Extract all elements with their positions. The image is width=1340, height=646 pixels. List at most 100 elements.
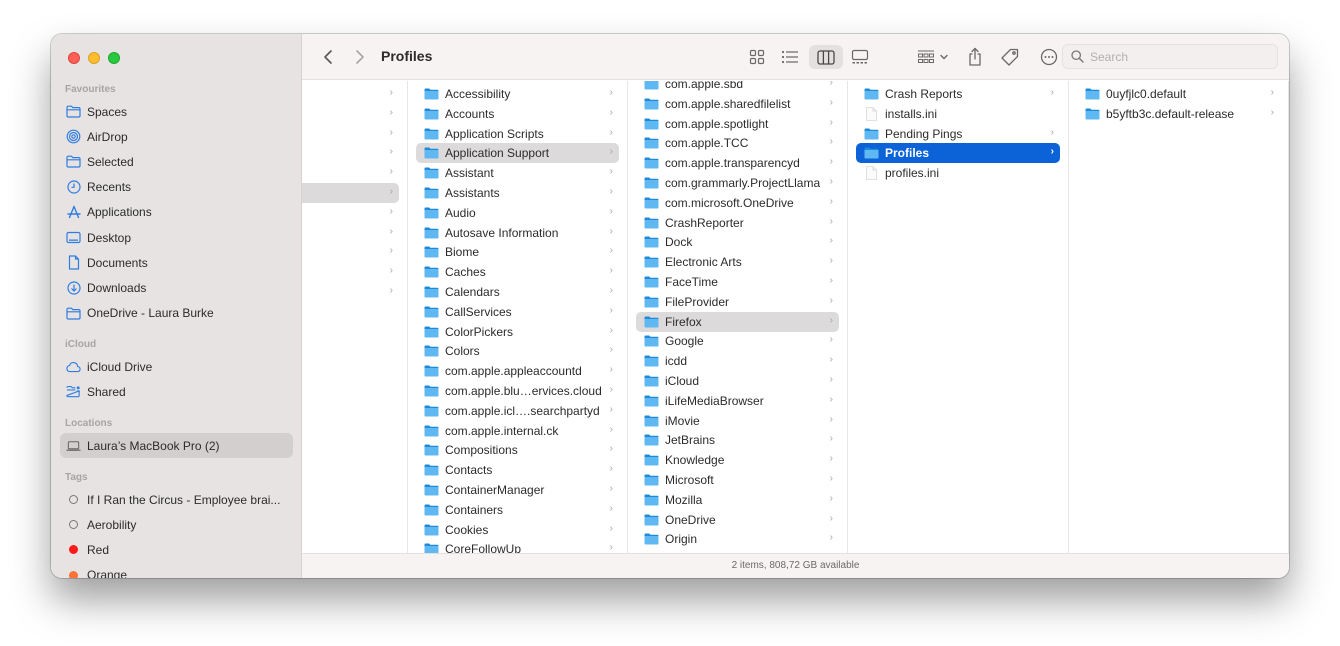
list-view-button[interactable] bbox=[776, 45, 804, 69]
folder-row[interactable]: rchive)› bbox=[302, 163, 399, 183]
folder-row[interactable]: Dock › bbox=[636, 232, 839, 252]
folder-row[interactable]: Firefox › bbox=[636, 311, 839, 332]
gallery-view-button[interactable] bbox=[846, 45, 874, 69]
file-row[interactable]: installs.ini bbox=[856, 104, 1060, 124]
folder-row[interactable]: Google › bbox=[636, 331, 839, 351]
sidebar-item-documents[interactable]: Documents bbox=[51, 250, 302, 275]
folder-row[interactable]: iMovie › bbox=[636, 411, 839, 431]
search-input[interactable] bbox=[1090, 49, 1270, 64]
folder-row[interactable]: com.apple.spotlight › bbox=[636, 114, 839, 134]
folder-row[interactable]: OneDrive › bbox=[636, 510, 839, 530]
folder-row[interactable]: Crash Reports › bbox=[856, 84, 1060, 104]
folder-row[interactable]: Accessibility › bbox=[416, 84, 619, 104]
folder-row[interactable]: Assistants › bbox=[416, 183, 619, 203]
folder-row[interactable]: com.apple.sbd › bbox=[636, 81, 839, 94]
sidebar-item-desktop[interactable]: Desktop bbox=[51, 225, 302, 250]
folder-row[interactable]: com.apple.blu…ervices.cloud › bbox=[416, 381, 619, 401]
folder-row[interactable]: 0uyfjlc0.default › bbox=[1077, 84, 1280, 104]
group-button[interactable] bbox=[914, 45, 952, 69]
folder-row[interactable]: › bbox=[302, 183, 399, 203]
forward-button[interactable] bbox=[351, 45, 369, 69]
folder-row[interactable]: Biome › bbox=[416, 242, 619, 262]
sidebar-item-recents[interactable]: Recents bbox=[51, 175, 302, 200]
folder-row[interactable]: com.grammarly.ProjectLlama › bbox=[636, 173, 839, 193]
folder-row[interactable]: › bbox=[302, 143, 399, 163]
folder-icon bbox=[424, 306, 439, 318]
folder-row[interactable]: Pending Pings › bbox=[856, 124, 1060, 144]
chevron-right-icon: › bbox=[389, 205, 393, 217]
search-field[interactable] bbox=[1062, 44, 1278, 69]
folder-row[interactable]: › bbox=[302, 262, 399, 282]
sidebar-item-laura-s-macbook-pro-2[interactable]: Laura’s MacBook Pro (2) bbox=[60, 433, 293, 459]
folder-row[interactable]: ContainerManager › bbox=[416, 480, 619, 500]
folder-row[interactable]: Calendars › bbox=[416, 282, 619, 302]
folder-row[interactable]: › bbox=[302, 104, 399, 124]
item-label: CrashReporter bbox=[665, 215, 744, 230]
folder-row[interactable]: Application Support › bbox=[416, 143, 619, 164]
minimize-button[interactable] bbox=[88, 52, 100, 64]
folder-row[interactable]: com.apple.internal.ck › bbox=[416, 421, 619, 441]
file-row[interactable]: profiles.ini bbox=[856, 163, 1060, 183]
sidebar-item-selected[interactable]: Selected bbox=[51, 149, 302, 174]
folder-row[interactable]: Mozilla › bbox=[636, 490, 839, 510]
sidebar-item-onedrive-laura-burke[interactable]: OneDrive - Laura Burke bbox=[51, 301, 302, 326]
sidebar-item-red[interactable]: Red bbox=[51, 537, 302, 562]
folder-row[interactable]: ColorPickers › bbox=[416, 322, 619, 342]
sidebar-item-spaces[interactable]: Spaces bbox=[51, 99, 302, 124]
folder-row[interactable]: CrashReporter › bbox=[636, 213, 839, 233]
folder-row[interactable]: com.microsoft.OneDrive › bbox=[636, 193, 839, 213]
folder-row[interactable]: Accounts › bbox=[416, 104, 619, 124]
folder-row[interactable]: › bbox=[302, 242, 399, 262]
folder-row[interactable]: iLifeMediaBrowser › bbox=[636, 391, 839, 411]
folder-row[interactable]: Electronic Arts › bbox=[636, 252, 839, 272]
folder-row[interactable]: FileProvider › bbox=[636, 292, 839, 312]
folder-row[interactable]: Autosave Information › bbox=[416, 223, 619, 243]
close-button[interactable] bbox=[68, 52, 80, 64]
folder-row[interactable]: com.apple.icl….searchpartyd › bbox=[416, 401, 619, 421]
folder-row[interactable]: iCloud › bbox=[636, 371, 839, 391]
clock-icon bbox=[66, 180, 81, 195]
folder-row[interactable]: Colors › bbox=[416, 341, 619, 361]
folder-row[interactable]: com.apple.sharedfilelist › bbox=[636, 94, 839, 114]
back-button[interactable] bbox=[319, 45, 337, 69]
folder-row[interactable]: JetBrains › bbox=[636, 430, 839, 450]
folder-row[interactable]: CoreFollowUp › bbox=[416, 539, 619, 553]
folder-row[interactable]: com.apple.transparencyd › bbox=[636, 153, 839, 173]
folder-row[interactable]: com.apple.TCC › bbox=[636, 133, 839, 153]
folder-row[interactable]: Assistant › bbox=[416, 163, 619, 183]
sidebar-item-airdrop[interactable]: AirDrop bbox=[51, 124, 302, 149]
folder-row[interactable]: › bbox=[302, 203, 399, 223]
sidebar-item-if-i-ran-the-circus-employee-brai[interactable]: If I Ran the Circus - Employee brai... bbox=[51, 487, 302, 512]
folder-row[interactable]: Application Scripts › bbox=[416, 124, 619, 144]
folder-row[interactable]: Compositions › bbox=[416, 440, 619, 460]
column-view-button[interactable] bbox=[809, 45, 843, 69]
folder-row[interactable]: › bbox=[302, 84, 399, 104]
sidebar-item-icloud-drive[interactable]: iCloud Drive bbox=[51, 354, 302, 379]
folder-row[interactable]: Microsoft › bbox=[636, 470, 839, 490]
folder-row[interactable]: Containers › bbox=[416, 500, 619, 520]
folder-row[interactable]: FaceTime › bbox=[636, 272, 839, 292]
sidebar-item-orange[interactable]: Orange bbox=[51, 563, 302, 578]
folder-row[interactable]: Origin › bbox=[636, 529, 839, 549]
folder-row[interactable]: CallServices › bbox=[416, 302, 619, 322]
folder-row[interactable]: icdd › bbox=[636, 351, 839, 371]
tag-button[interactable] bbox=[999, 45, 1021, 69]
folder-row[interactable]: › bbox=[302, 223, 399, 243]
folder-row[interactable]: Knowledge › bbox=[636, 450, 839, 470]
folder-row[interactable]: Profiles › bbox=[856, 143, 1060, 164]
folder-row[interactable]: Cookies › bbox=[416, 520, 619, 540]
sidebar-item-aerobility[interactable]: Aerobility bbox=[51, 512, 302, 537]
folder-row[interactable]: Audio › bbox=[416, 203, 619, 223]
folder-row[interactable]: com.apple.appleaccountd › bbox=[416, 361, 619, 381]
zoom-button[interactable] bbox=[108, 52, 120, 64]
share-button[interactable] bbox=[964, 45, 986, 69]
folder-row[interactable]: › bbox=[302, 282, 399, 302]
icon-view-button[interactable] bbox=[743, 45, 771, 69]
folder-row[interactable]: Contacts › bbox=[416, 460, 619, 480]
sidebar-item-applications[interactable]: Applications bbox=[51, 200, 302, 225]
folder-row[interactable]: › bbox=[302, 124, 399, 144]
sidebar-item-downloads[interactable]: Downloads bbox=[51, 275, 302, 300]
folder-row[interactable]: Caches › bbox=[416, 262, 619, 282]
folder-row[interactable]: b5yftb3c.default-release › bbox=[1077, 104, 1280, 124]
sidebar-item-shared[interactable]: Shared bbox=[51, 379, 302, 404]
